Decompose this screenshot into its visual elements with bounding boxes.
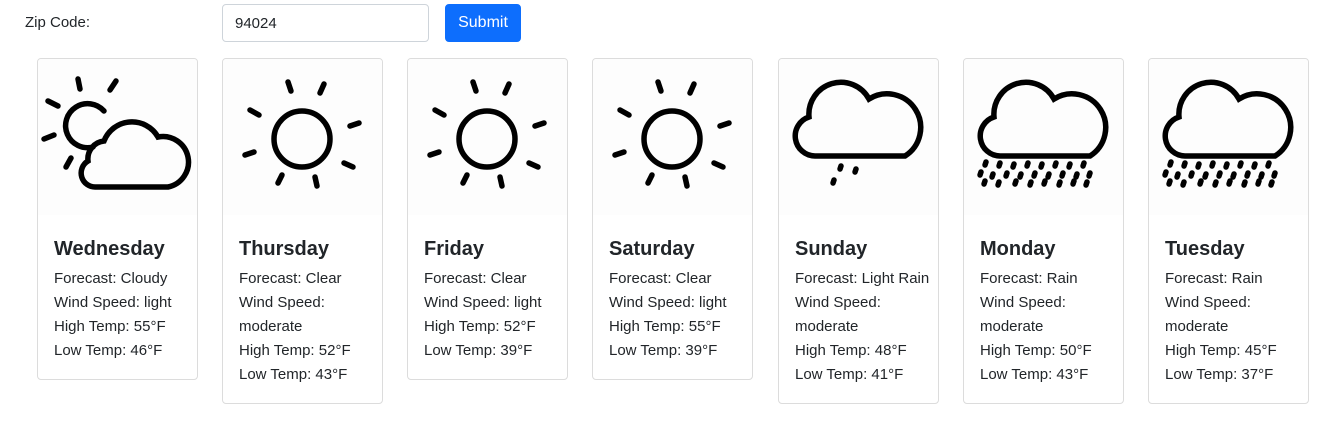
forecast-card-monday: Monday Forecast: Rain Wind Speed: modera… — [963, 58, 1124, 404]
card-body: Friday Forecast: Clear Wind Speed: light… — [408, 215, 567, 379]
forecast-text: Forecast: Clear — [239, 270, 342, 287]
card-body: Wednesday Forecast: Cloudy Wind Speed: l… — [38, 215, 197, 379]
low-temp-text: Low Temp: 39°F — [424, 342, 533, 359]
wind-speed-text: Wind Speed: light — [609, 294, 727, 311]
rain-icon — [1162, 79, 1294, 188]
high-temp-text: High Temp: 52°F — [424, 318, 536, 335]
sun-icon — [612, 79, 732, 189]
wind-speed-text: Wind Speed: moderate — [795, 294, 881, 335]
wind-speed-text: Wind Speed: light — [54, 294, 172, 311]
forecast-card-friday: Friday Forecast: Clear Wind Speed: light… — [407, 58, 568, 380]
low-temp-text: Low Temp: 39°F — [609, 342, 718, 359]
rain-icon — [977, 79, 1109, 188]
high-temp-text: High Temp: 45°F — [1165, 342, 1277, 359]
high-temp-text: High Temp: 48°F — [795, 342, 907, 359]
day-title: Tuesday — [1165, 238, 1245, 260]
day-title: Sunday — [795, 238, 868, 260]
forecast-card-thursday: Thursday Forecast: Clear Wind Speed: mod… — [222, 58, 383, 404]
day-title: Thursday — [239, 238, 330, 260]
day-title: Saturday — [609, 238, 695, 260]
sun-icon — [427, 79, 547, 189]
weather-image — [779, 59, 938, 215]
wind-speed-text: Wind Speed: light — [424, 294, 542, 311]
high-temp-text: High Temp: 52°F — [239, 342, 351, 359]
low-temp-text: Low Temp: 46°F — [54, 342, 163, 359]
zip-code-input[interactable] — [222, 4, 429, 42]
wind-speed-text: Wind Speed: moderate — [1165, 294, 1251, 335]
day-title: Monday — [980, 238, 1056, 260]
low-temp-text: Low Temp: 43°F — [239, 366, 348, 383]
forecast-card-wednesday: Wednesday Forecast: Cloudy Wind Speed: l… — [37, 58, 198, 380]
weather-image — [1149, 59, 1308, 215]
sun-icon — [242, 79, 362, 189]
forecast-text: Forecast: Rain — [980, 270, 1078, 287]
card-body: Monday Forecast: Rain Wind Speed: modera… — [964, 215, 1123, 403]
forecast-text: Forecast: Clear — [609, 270, 712, 287]
forecast-text: Forecast: Cloudy — [54, 270, 168, 287]
forecast-card-saturday: Saturday Forecast: Clear Wind Speed: lig… — [592, 58, 753, 380]
zip-form: Zip Code: Submit — [0, 0, 1343, 48]
low-temp-text: Low Temp: 41°F — [795, 366, 904, 383]
wind-speed-text: Wind Speed: moderate — [239, 294, 325, 335]
light-rain-icon — [792, 79, 924, 186]
high-temp-text: High Temp: 50°F — [980, 342, 1092, 359]
submit-button[interactable]: Submit — [445, 4, 521, 42]
forecast-text: Forecast: Rain — [1165, 270, 1263, 287]
card-body: Saturday Forecast: Clear Wind Speed: lig… — [593, 215, 752, 379]
weather-image — [593, 59, 752, 215]
low-temp-text: Low Temp: 37°F — [1165, 366, 1274, 383]
wind-speed-text: Wind Speed: moderate — [980, 294, 1066, 335]
card-body: Thursday Forecast: Clear Wind Speed: mod… — [223, 215, 382, 403]
partly-cloudy-icon — [41, 76, 192, 190]
high-temp-text: High Temp: 55°F — [609, 318, 721, 335]
zip-code-label: Zip Code: — [25, 14, 91, 31]
card-body: Tuesday Forecast: Rain Wind Speed: moder… — [1149, 215, 1308, 403]
weather-image — [38, 59, 197, 215]
forecast-card-tuesday: Tuesday Forecast: Rain Wind Speed: moder… — [1148, 58, 1309, 404]
high-temp-text: High Temp: 55°F — [54, 318, 166, 335]
day-title: Friday — [424, 238, 485, 260]
weather-image — [964, 59, 1123, 215]
forecast-text: Forecast: Clear — [424, 270, 527, 287]
weather-image — [408, 59, 567, 215]
low-temp-text: Low Temp: 43°F — [980, 366, 1089, 383]
card-body: Sunday Forecast: Light Rain Wind Speed: … — [779, 215, 938, 403]
forecast-text: Forecast: Light Rain — [795, 270, 930, 287]
day-title: Wednesday — [54, 238, 165, 260]
weather-image — [223, 59, 382, 215]
forecast-card-sunday: Sunday Forecast: Light Rain Wind Speed: … — [778, 58, 939, 404]
